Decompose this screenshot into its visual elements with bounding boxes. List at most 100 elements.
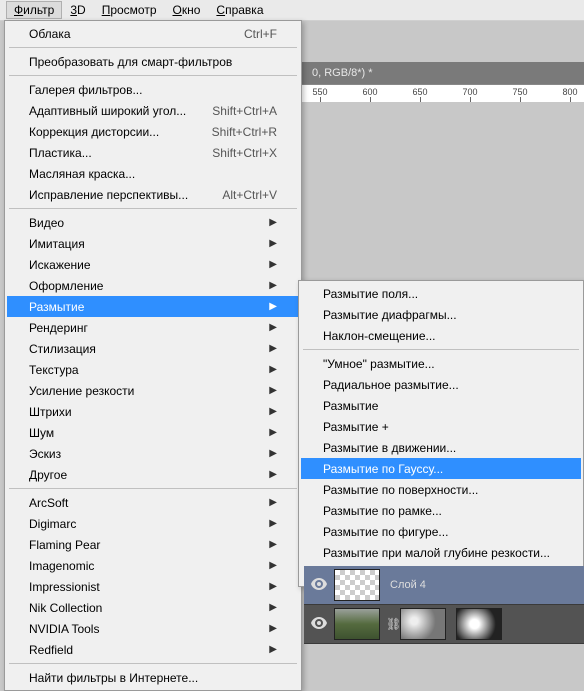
menu-item-label: Искажение	[29, 258, 91, 272]
menu-separator	[9, 663, 297, 664]
submenu-arrow-icon: ▶	[269, 406, 277, 417]
menu-item[interactable]: Размытие	[301, 395, 581, 416]
menu-item[interactable]: Коррекция дисторсии... Shift+Ctrl+R	[7, 121, 299, 142]
menu-item-label: Адаптивный широкий угол...	[29, 104, 186, 118]
menu-item[interactable]: NVIDIA Tools▶	[7, 618, 299, 639]
menu-item-label: Impressionist	[29, 580, 100, 594]
menu-shortcut: Shift+Ctrl+A	[192, 104, 277, 118]
menu-item[interactable]: Оформление▶	[7, 275, 299, 296]
menu-item[interactable]: Преобразовать для смарт-фильтров	[7, 51, 299, 72]
submenu-arrow-icon: ▶	[269, 644, 277, 655]
ruler-tick: 550	[312, 87, 327, 97]
menu-item-label: Другое	[29, 468, 67, 482]
menu-item[interactable]: Наклон-смещение...	[301, 325, 581, 346]
menu-item[interactable]: Размытие поля...	[301, 283, 581, 304]
menu-item[interactable]: Размытие +	[301, 416, 581, 437]
menu-item[interactable]: Искажение ▶	[7, 254, 299, 275]
ruler-tick: 600	[362, 87, 377, 97]
menu-item[interactable]: Impressionist ▶	[7, 576, 299, 597]
menu-item[interactable]: Галерея фильтров...	[7, 79, 299, 100]
menu-item[interactable]: Текстура▶	[7, 359, 299, 380]
menu-item-label: Размытие	[323, 399, 378, 413]
menu-item[interactable]: Размытие по поверхности...	[301, 479, 581, 500]
menu-item-label: Digimarc	[29, 517, 76, 531]
submenu-arrow-icon: ▶	[269, 539, 277, 550]
menu-item-label: Размытие по Гауссу...	[323, 462, 443, 476]
visibility-icon[interactable]	[304, 616, 334, 632]
menu-item[interactable]: Размытие по Гауссу...	[301, 458, 581, 479]
layer-row[interactable]: Слой 4	[304, 566, 584, 605]
menu-item[interactable]: Размытие в движении...	[301, 437, 581, 458]
menu-item[interactable]: Redfield▶	[7, 639, 299, 660]
menu-item[interactable]: Другое ▶	[7, 464, 299, 485]
menu-item-label: Размытие в движении...	[323, 441, 456, 455]
submenu-arrow-icon: ▶	[269, 469, 277, 480]
ruler-horizontal: 550600650700750800	[300, 84, 584, 104]
menu-item-label: Масляная краска...	[29, 167, 135, 181]
layer-thumbnail[interactable]	[334, 608, 380, 640]
layer-mask-thumbnail[interactable]	[400, 608, 446, 640]
menu-item[interactable]: Imagenomic▶	[7, 555, 299, 576]
menu-item[interactable]: Исправление перспективы...Alt+Ctrl+V	[7, 184, 299, 205]
menu-item[interactable]: "Умное" размытие...	[301, 353, 581, 374]
menu-shortcut: Shift+Ctrl+X	[192, 146, 277, 160]
menu-item[interactable]: Найти фильтры в Интернете...	[7, 667, 299, 688]
menu-item[interactable]: Штрихи ▶	[7, 401, 299, 422]
menu-shortcut: Shift+Ctrl+R	[192, 125, 277, 139]
menu-separator	[9, 488, 297, 489]
submenu-arrow-icon: ▶	[269, 581, 277, 592]
menu-item-label: Размытие диафрагмы...	[323, 308, 457, 322]
menubar-item-window[interactable]: Окно	[165, 1, 209, 19]
menu-item[interactable]: Пластика... Shift+Ctrl+X	[7, 142, 299, 163]
layers-panel: Слой 4 ⛓	[304, 566, 584, 644]
menu-item[interactable]: Размытие по фигуре...	[301, 521, 581, 542]
menu-item[interactable]: Видео▶	[7, 212, 299, 233]
menubar-item-help[interactable]: Справка	[208, 1, 271, 19]
menu-item[interactable]: Шум▶	[7, 422, 299, 443]
menu-item[interactable]: Размытие по рамке...	[301, 500, 581, 521]
menu-item[interactable]: Эскиз▶	[7, 443, 299, 464]
menu-item[interactable]: Nik Collection▶	[7, 597, 299, 618]
menu-item[interactable]: Flaming Pear▶	[7, 534, 299, 555]
menu-item[interactable]: Масляная краска...	[7, 163, 299, 184]
menubar-label: ильтр	[23, 3, 54, 17]
menu-item[interactable]: ОблакаCtrl+F	[7, 23, 299, 44]
visibility-icon[interactable]	[304, 577, 334, 593]
menu-item-label: Размытие поля...	[323, 287, 418, 301]
menu-item[interactable]: Размытие при малой глубине резкости...	[301, 542, 581, 563]
ruler-tick: 800	[562, 87, 577, 97]
menu-shortcut: Alt+Ctrl+V	[202, 188, 277, 202]
submenu-arrow-icon: ▶	[269, 385, 277, 396]
layer-mask-thumbnail[interactable]	[456, 608, 502, 640]
menubar-item-filter[interactable]: Фильтр	[6, 1, 62, 19]
menu-item-label: Штрихи	[29, 405, 72, 419]
menu-item-label: Шум	[29, 426, 54, 440]
submenu-arrow-icon: ▶	[269, 259, 277, 270]
menu-item[interactable]: Имитация▶	[7, 233, 299, 254]
menu-item[interactable]: Digimarc▶	[7, 513, 299, 534]
layer-row[interactable]: ⛓	[304, 605, 584, 644]
menu-item[interactable]: Усиление резкости▶	[7, 380, 299, 401]
menu-item-label: Оформление	[29, 279, 103, 293]
layer-thumbnail[interactable]	[334, 569, 380, 601]
menu-item-label: Размытие при малой глубине резкости...	[323, 546, 550, 560]
menubar-item-view[interactable]: Просмотр	[94, 1, 165, 19]
menu-item-label: Размытие по фигуре...	[323, 525, 448, 539]
menu-item[interactable]: Рендеринг▶	[7, 317, 299, 338]
menu-shortcut: Ctrl+F	[224, 27, 277, 41]
menu-item-label: Галерея фильтров...	[29, 83, 142, 97]
menu-item-label: Пластика...	[29, 146, 92, 160]
ruler-tick: 700	[462, 87, 477, 97]
menu-item-label: Imagenomic	[29, 559, 94, 573]
menu-item[interactable]: Размытие диафрагмы...	[301, 304, 581, 325]
menu-item[interactable]: ArcSoft▶	[7, 492, 299, 513]
document-tab[interactable]: 0, RGB/8*) *	[306, 65, 379, 81]
submenu-arrow-icon: ▶	[269, 497, 277, 508]
menubar-item-3d[interactable]: 3D	[62, 1, 93, 19]
menu-item[interactable]: Адаптивный широкий угол... Shift+Ctrl+A	[7, 100, 299, 121]
menu-item[interactable]: Стилизация▶	[7, 338, 299, 359]
menu-item[interactable]: Размытие▶	[7, 296, 299, 317]
menu-item[interactable]: Радиальное размытие...	[301, 374, 581, 395]
menu-item-label: Коррекция дисторсии...	[29, 125, 159, 139]
layer-name[interactable]: Слой 4	[386, 579, 426, 591]
